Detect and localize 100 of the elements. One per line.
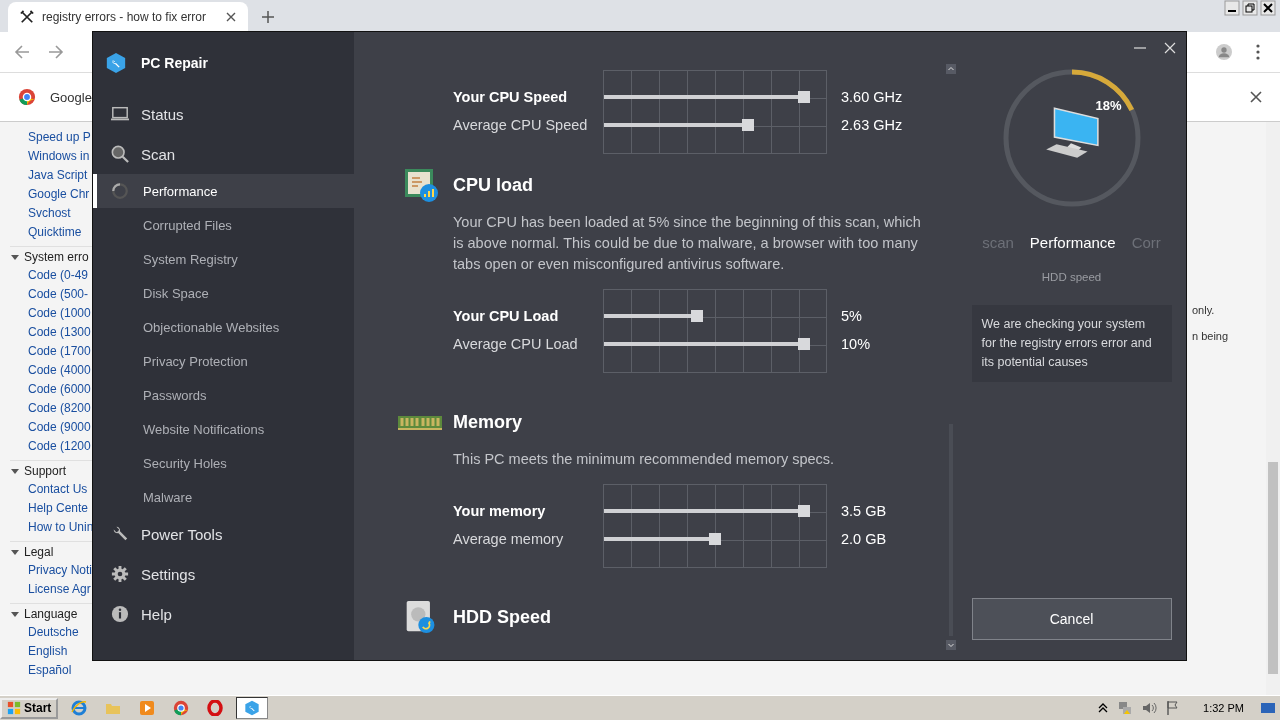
tree-link[interactable]: Google Chr [10,185,92,204]
restore-icon[interactable] [1242,0,1258,16]
tree-link[interactable]: Quicktime [10,223,92,242]
browser-e-icon [71,700,88,716]
tree-group[interactable]: Language [24,606,78,621]
tree-link[interactable]: Privacy Noti [10,561,92,580]
play-icon [139,700,156,716]
nav-item[interactable]: Objectionable Websites [93,310,354,344]
cancel-button[interactable]: Cancel [971,598,1172,640]
start-button[interactable]: Start [0,697,59,719]
scroll-up-icon[interactable] [946,64,956,74]
metric-value: 3.60 GHz [841,88,903,107]
tree-group[interactable]: System erro [24,249,89,264]
tree-link[interactable]: Code (1300 [10,323,92,342]
info-message: We are checking your system for the registry errors error and its potential causes [971,305,1172,382]
metric-value: 10% [841,335,871,354]
step-detail: HDD speed [1041,271,1102,283]
tree-link[interactable]: Code (1700 [10,342,92,361]
tree-link[interactable]: Code (0-49 [10,266,92,285]
avatar-icon[interactable] [1216,44,1232,60]
nav-item[interactable]: Security Holes [93,446,354,480]
nav-item[interactable]: Corrupted Files [93,208,354,242]
metric-label: Average CPU Load [453,335,579,354]
tree-link[interactable]: Español [10,661,92,680]
tree-group[interactable]: Legal [24,544,54,559]
clock: 1:32 PM [1203,702,1244,714]
search-icon [111,145,129,163]
spinner-icon [111,182,129,200]
metric-label: Your CPU Load [453,307,560,326]
back-icon[interactable] [14,44,30,60]
metric-label: Your memory [453,502,547,521]
tree-link[interactable]: Code (1000 [10,304,92,323]
windows-logo-icon [7,701,21,715]
tree-link[interactable]: Code (6000 [10,380,92,399]
metric-label: Your CPU Speed [453,88,569,107]
tree-link[interactable]: English [10,642,92,661]
tree-link[interactable]: Code (1200 [10,437,92,456]
page-text: n being [1192,330,1230,344]
metric-value: 3.5 GB [841,502,887,521]
scrollbar-thumb[interactable] [1268,462,1278,674]
tree-group[interactable]: Support [24,463,67,478]
speaker-icon[interactable] [1141,700,1158,716]
tab-title: registry errors - how to fix error [42,10,208,24]
metric-value: 5% [841,307,863,326]
tools-icon [20,10,34,24]
info-icon [111,605,129,623]
chrome-icon [18,88,36,106]
nav-item[interactable]: Passwords [93,378,354,412]
minimize-icon[interactable] [1224,0,1240,16]
taskbar-app[interactable] [236,697,269,719]
tree-link[interactable]: Svchost [10,204,92,223]
tree-link[interactable]: Code (8200 [10,399,92,418]
metric-value: 2.0 GB [841,530,887,549]
progress-percent: 18% [1095,98,1122,113]
chevron-up-icon[interactable] [1097,702,1110,714]
tree-link[interactable]: Speed up P [10,128,92,147]
tree-link[interactable]: Contact Us [10,480,92,499]
chrome-icon [173,700,190,716]
close-icon[interactable] [1260,0,1276,16]
nav-item[interactable]: Help [93,594,354,634]
nav-item[interactable]: Website Notifications [93,412,354,446]
nav-item[interactable]: Malware [93,480,354,514]
browser-tab[interactable]: registry errors - how to fix error [8,2,248,32]
wrench-icon [111,525,129,543]
nav-item[interactable]: Scan [93,134,354,174]
network-icon[interactable] [1117,700,1134,716]
logo-icon [105,52,127,74]
settings-icon [111,565,129,583]
cpu-chart-icon [404,168,438,202]
nav-item[interactable]: Performance [93,174,354,208]
tree-link[interactable]: Code (500- [10,285,92,304]
tree-link[interactable]: License Agr [10,580,92,599]
metric-label: Average CPU Speed [453,116,589,135]
tree-link[interactable]: Help Cente [10,499,92,518]
infobar-text: Google [50,89,92,105]
tree-link[interactable]: Windows in [10,147,92,166]
close-icon[interactable] [226,12,236,22]
step-label: Performance [1029,234,1116,251]
nav-item[interactable]: Privacy Protection [93,344,354,378]
tree-link[interactable]: Code (9000 [10,418,92,437]
tree-link[interactable]: Deutsche [10,623,92,642]
scroll-down-icon[interactable] [946,640,956,650]
section-title: CPU load [453,174,533,196]
forward-icon[interactable] [48,44,64,60]
new-tab-icon[interactable] [262,11,274,23]
monitor-icon [111,105,129,123]
nav-item[interactable]: Settings [93,554,354,594]
show-desktop-icon[interactable] [1260,700,1276,716]
nav-item[interactable]: System Registry [93,242,354,276]
page-text: only. [1192,304,1216,318]
close-icon[interactable] [1250,91,1262,103]
nav-item[interactable]: Power Tools [93,514,354,554]
tree-link[interactable]: How to Unin [10,518,92,537]
tree-link[interactable]: Code (4000 [10,361,92,380]
metric-label: Average memory [453,530,565,549]
tree-link[interactable]: Java Script [10,166,92,185]
section-title: Memory [453,411,523,433]
nav-item[interactable]: Disk Space [93,276,354,310]
section-description: This PC meets the minimum recommended memory specs. [453,450,836,469]
nav-item[interactable]: Status [93,94,354,134]
